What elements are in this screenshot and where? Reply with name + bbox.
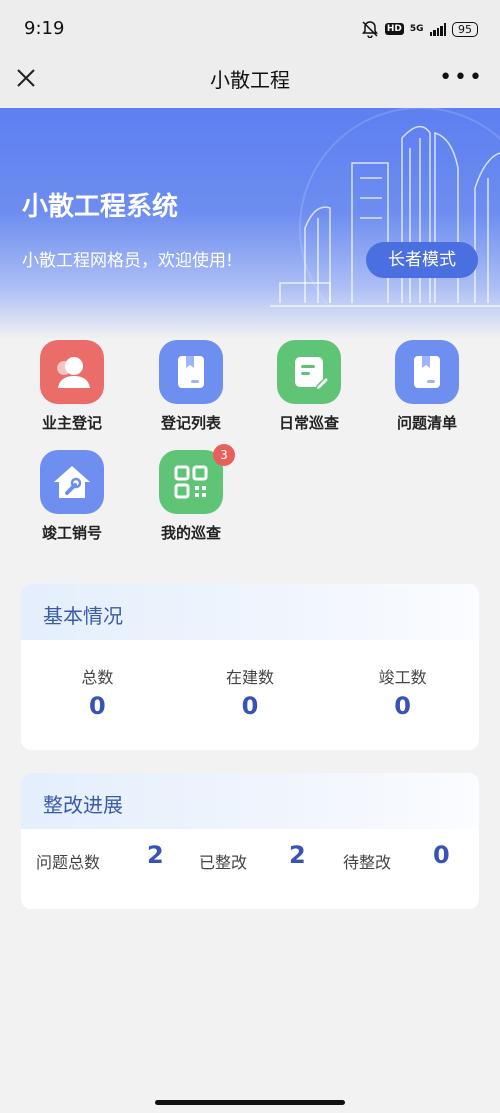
page-title: 小散工程 — [210, 68, 290, 92]
menu-label: 日常巡查 — [278, 414, 339, 432]
stat-under-construction: 在建数 0 — [190, 664, 310, 720]
card-header: 整改进展 — [21, 773, 479, 829]
rectified-value: 2 — [289, 841, 306, 869]
mute-bell-icon — [361, 21, 378, 38]
stat-label: 在建数 — [225, 668, 274, 687]
pending-value: 0 — [433, 841, 450, 869]
elder-mode-button[interactable]: 长者模式 — [366, 242, 478, 278]
signal-icon — [429, 22, 446, 36]
house-wrench-icon — [40, 450, 104, 514]
menu-label: 登记列表 — [160, 414, 221, 432]
battery-icon: 95 — [452, 21, 478, 37]
notebook-icon — [395, 340, 459, 404]
status-bar: 9:19 HD 5G 95 — [0, 0, 500, 58]
more-icon[interactable]: ••• — [439, 67, 484, 89]
card-header: 基本情况 — [21, 584, 479, 640]
menu-owner-register[interactable]: 业主登记 — [22, 340, 122, 433]
notebook-icon — [159, 340, 223, 404]
nav-bar: 小散工程 ••• — [0, 58, 500, 108]
rectified-label: 已整改 — [199, 853, 248, 872]
hd-icon: HD — [384, 23, 404, 35]
notification-badge: 3 — [213, 444, 235, 466]
qr-code-icon: 3 — [159, 444, 235, 514]
menu-label: 业主登记 — [41, 414, 102, 432]
menu-label: 问题清单 — [396, 414, 457, 432]
basic-info-card: 基本情况 总数 0 在建数 0 竣工数 0 — [21, 584, 479, 750]
pending-label: 待整改 — [343, 853, 392, 872]
banner: 小散工程系统 小散工程网格员，欢迎使用! 长者模式 — [0, 108, 500, 340]
menu-label: 我的巡查 — [160, 524, 221, 542]
stat-completed: 竣工数 0 — [343, 664, 463, 720]
stat-value: 0 — [394, 692, 411, 720]
menu-label: 竣工销号 — [41, 524, 102, 542]
network-type: 5G — [409, 23, 424, 34]
stat-label: 总数 — [81, 668, 114, 687]
total-issues-label: 问题总数 — [36, 853, 101, 872]
stat-value: 0 — [88, 692, 106, 720]
home-indicator[interactable] — [155, 1100, 345, 1105]
stats-row: 总数 0 在建数 0 竣工数 0 — [21, 640, 479, 720]
status-time: 9:19 — [24, 18, 65, 39]
stat-value: 0 — [241, 692, 259, 720]
status-icons: HD 5G 95 — [361, 20, 478, 38]
stat-total: 总数 0 — [37, 664, 157, 720]
menu-completion-cancel[interactable]: 竣工销号 — [22, 450, 122, 543]
card-title: 整改进展 — [43, 793, 123, 817]
rectification-stats: 问题总数 2 已整改 2 待整改 0 — [21, 829, 479, 899]
rectification-card: 整改进展 问题总数 2 已整改 2 待整改 0 — [21, 773, 479, 909]
menu-register-list[interactable]: 登记列表 — [141, 340, 241, 433]
edit-note-icon — [277, 340, 341, 404]
user-icon — [40, 340, 104, 404]
banner-title: 小散工程系统 — [22, 192, 179, 222]
menu-daily-inspection[interactable]: 日常巡查 — [259, 340, 359, 433]
menu-my-inspection[interactable]: 3 我的巡查 — [141, 444, 241, 543]
banner-subtitle: 小散工程网格员，欢迎使用! — [22, 251, 233, 271]
menu-issue-list[interactable]: 问题清单 — [377, 340, 477, 433]
stat-label: 竣工数 — [378, 668, 427, 687]
city-skyline-illustration — [270, 108, 500, 308]
total-issues-value: 2 — [147, 841, 164, 869]
card-title: 基本情况 — [43, 604, 123, 628]
